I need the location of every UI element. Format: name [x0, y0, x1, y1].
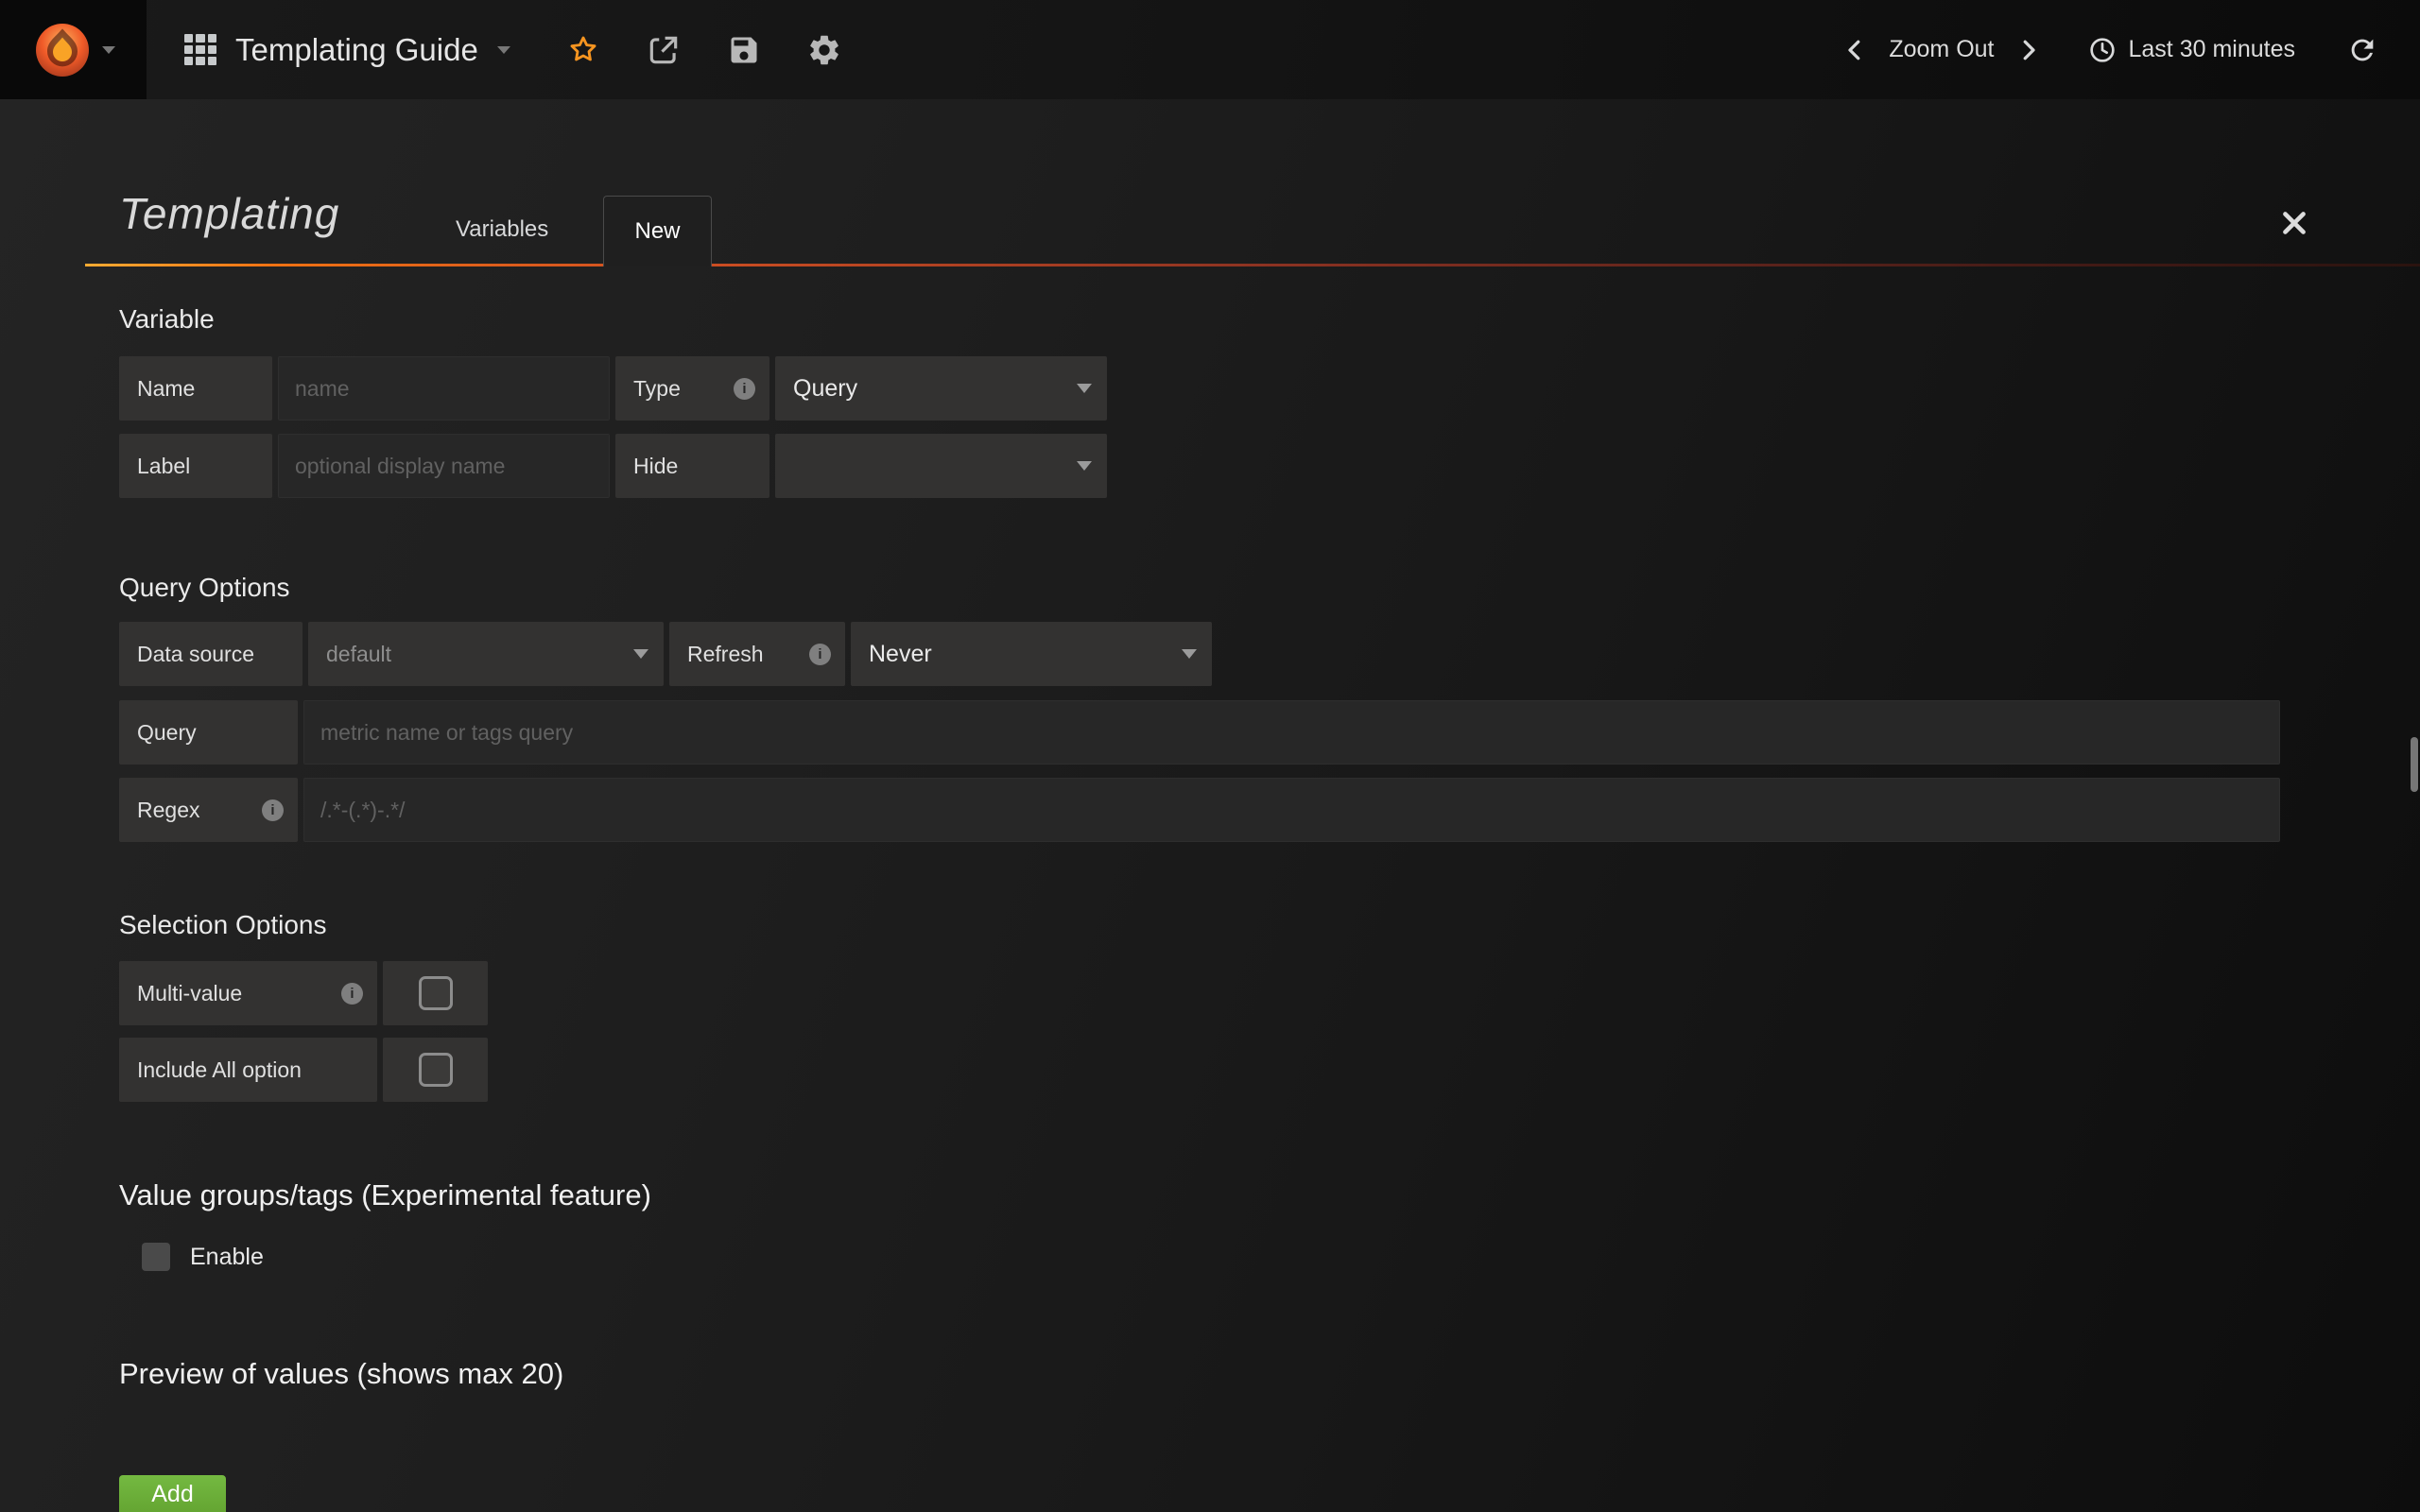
type-label: Type i	[615, 356, 769, 421]
star-icon[interactable]	[565, 32, 601, 68]
grafana-logo-menu[interactable]	[0, 0, 147, 99]
time-shift-right-button[interactable]	[2012, 33, 2046, 67]
navbar-actions	[565, 32, 842, 68]
include-all-checkbox-wrap	[383, 1038, 488, 1102]
enable-checkbox[interactable]	[142, 1243, 170, 1271]
hide-select[interactable]	[775, 434, 1107, 498]
title-caret-down-icon	[497, 46, 510, 54]
time-controls: Zoom Out Last 30 minutes	[1838, 32, 2420, 68]
preview-heading: Preview of values (shows max 20)	[119, 1357, 2420, 1391]
grafana-logo-icon	[32, 20, 93, 80]
dashboard-grid-icon	[184, 34, 216, 66]
variable-section-heading: Variable	[119, 304, 2420, 335]
add-button[interactable]: Add	[119, 1475, 226, 1512]
tab-new[interactable]: New	[603, 196, 712, 266]
time-range-picker[interactable]: Last 30 minutes	[2087, 35, 2296, 65]
clock-icon	[2087, 35, 2118, 65]
data-source-select-value: default	[326, 642, 391, 667]
value-groups-heading: Value groups/tags (Experimental feature)	[119, 1178, 2420, 1212]
share-icon[interactable]	[646, 32, 682, 68]
regex-info-icon[interactable]: i	[262, 799, 284, 821]
type-caret-down-icon	[1077, 384, 1092, 393]
data-source-select[interactable]: default	[308, 622, 664, 686]
name-label: Name	[119, 356, 272, 421]
data-source-label: Data source	[119, 622, 302, 686]
settings-gear-icon[interactable]	[806, 32, 842, 68]
type-label-text: Type	[633, 376, 681, 402]
regex-label: Regex i	[119, 778, 298, 842]
refresh-label-text: Refresh	[687, 642, 764, 667]
tabs-accent-underline	[85, 264, 2420, 266]
page-title: Templating	[119, 188, 339, 239]
multi-value-label-text: Multi-value	[137, 981, 242, 1006]
query-row: Query	[119, 700, 2420, 765]
enable-label: Enable	[190, 1244, 264, 1271]
refresh-caret-down-icon	[1182, 649, 1197, 659]
save-icon[interactable]	[726, 32, 762, 68]
variable-name-row: Name Type i Query	[119, 356, 2420, 421]
regex-row: Regex i	[119, 778, 2420, 842]
label-input[interactable]	[278, 434, 610, 498]
multi-value-label: Multi-value i	[119, 961, 377, 1025]
include-all-checkbox[interactable]	[419, 1053, 453, 1087]
scrollbar-thumb[interactable]	[2411, 737, 2418, 792]
regex-label-text: Regex	[137, 798, 199, 823]
dashboard-title-dropdown[interactable]: Templating Guide	[147, 0, 543, 99]
include-all-row: Include All option	[119, 1038, 2420, 1102]
datasource-row: Data source default Refresh i Never	[119, 622, 2420, 686]
time-range-label: Last 30 minutes	[2129, 36, 2296, 63]
data-source-caret-down-icon	[633, 649, 648, 659]
variable-label-row: Label Hide	[119, 434, 2420, 498]
dashboard-title: Templating Guide	[235, 32, 478, 68]
type-select[interactable]: Query	[775, 356, 1107, 421]
query-options-heading: Query Options	[119, 573, 2420, 603]
time-shift-left-button[interactable]	[1838, 33, 1872, 67]
multi-value-checkbox-wrap	[383, 961, 488, 1025]
enable-row: Enable	[142, 1241, 2420, 1273]
grafana-page: Templating Guide Zo	[0, 0, 2420, 1512]
query-label: Query	[119, 700, 298, 765]
tab-variables[interactable]: Variables	[444, 216, 560, 243]
name-input[interactable]	[278, 356, 610, 421]
multi-value-checkbox[interactable]	[419, 976, 453, 1010]
label-label: Label	[119, 434, 272, 498]
zoom-out-button[interactable]: Zoom Out	[1889, 36, 1994, 63]
refresh-select[interactable]: Never	[851, 622, 1212, 686]
multi-value-row: Multi-value i	[119, 961, 2420, 1025]
query-input[interactable]	[303, 700, 2280, 765]
selection-options-heading: Selection Options	[119, 910, 2420, 940]
logo-caret-down-icon	[102, 46, 115, 54]
close-icon[interactable]	[2278, 207, 2310, 239]
hide-label: Hide	[615, 434, 769, 498]
include-all-label: Include All option	[119, 1038, 377, 1102]
type-select-value: Query	[793, 375, 857, 403]
multi-value-info-icon[interactable]: i	[341, 983, 363, 1005]
refresh-info-icon[interactable]: i	[809, 644, 831, 665]
templating-header: Templating Variables New	[119, 99, 2420, 264]
refresh-label: Refresh i	[669, 622, 845, 686]
hide-caret-down-icon	[1077, 461, 1092, 471]
templating-editor: Templating Variables New Variable Name T…	[0, 99, 2420, 1512]
regex-input[interactable]	[303, 778, 2280, 842]
refresh-icon[interactable]	[2344, 32, 2380, 68]
top-navbar: Templating Guide Zo	[0, 0, 2420, 99]
refresh-select-value: Never	[869, 641, 932, 668]
type-info-icon[interactable]: i	[734, 378, 755, 400]
